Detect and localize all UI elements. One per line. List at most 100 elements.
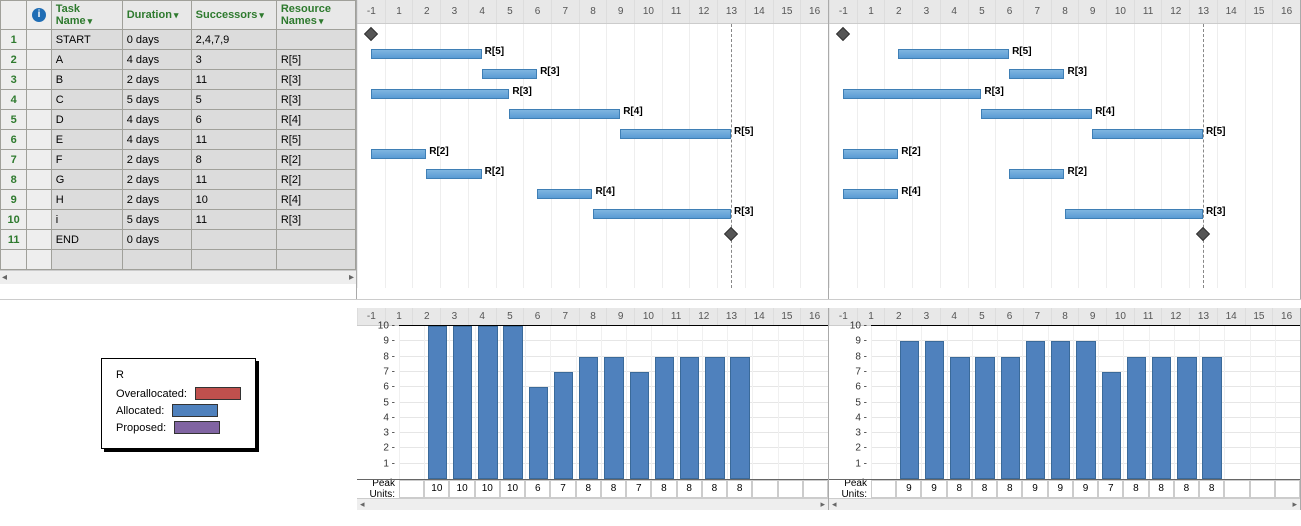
gantt-chart-left[interactable]: -112345678910111213141516R[5]R[3]R[3]R[4… [357,0,829,299]
histogram-bar[interactable] [554,372,573,479]
cell-successors[interactable]: 11 [191,70,276,90]
milestone[interactable] [724,227,738,241]
gantt-bar[interactable] [537,189,592,199]
histogram-bar[interactable] [529,387,548,479]
gantt-bar[interactable] [843,89,982,99]
info-column-header[interactable]: i [27,1,51,30]
table-h-scrollbar[interactable]: ◂▸ [0,270,356,284]
histogram-bar[interactable] [503,326,522,479]
histogram-bar[interactable] [604,357,623,479]
cell-successors[interactable]: 8 [191,150,276,170]
histogram-bar[interactable] [1051,341,1070,479]
gantt-chart-right[interactable]: -112345678910111213141516R[5]R[3]R[3]R[4… [829,0,1301,299]
cell-duration[interactable]: 2 days [122,170,191,190]
cell-resource[interactable]: R[5] [276,50,355,70]
gantt-bar[interactable] [371,89,510,99]
histogram-bar[interactable] [1076,341,1095,479]
cell-duration[interactable]: 0 days [122,30,191,50]
cell-task-name[interactable]: A [51,50,122,70]
histogram-bar[interactable] [1127,357,1146,479]
histogram-bar[interactable] [1001,357,1020,479]
table-row[interactable]: 8G2 days11R[2] [1,170,356,190]
table-row[interactable]: 2A4 days3R[5] [1,50,356,70]
cell-successors[interactable]: 11 [191,210,276,230]
histogram-bar[interactable] [1152,357,1171,479]
cell-duration[interactable]: 4 days [122,130,191,150]
gantt-bar[interactable] [371,149,426,159]
histogram-bar[interactable] [900,341,919,479]
histogram-h-scrollbar[interactable]: ◂▸ [829,498,1300,510]
histogram-bar[interactable] [655,357,674,479]
col-successors[interactable]: Successors▾ [191,1,276,30]
histogram-h-scrollbar[interactable]: ◂▸ [357,498,828,510]
histogram-chart[interactable]: 10 -9 -8 -7 -6 -5 -4 -3 -2 -1 - [829,326,1300,480]
histogram-bar[interactable] [478,326,497,479]
gantt-body[interactable]: R[5]R[3]R[3]R[4]R[5]R[2]R[2]R[4]R[3] [829,24,1300,288]
cell-resource[interactable]: R[2] [276,150,355,170]
cell-resource[interactable]: R[3] [276,210,355,230]
histogram-bar[interactable] [680,357,699,479]
gantt-bar[interactable] [509,109,620,119]
cell-task-name[interactable]: H [51,190,122,210]
milestone[interactable] [1196,227,1210,241]
cell-resource[interactable]: R[4] [276,110,355,130]
histogram-bar[interactable] [975,357,994,479]
cell-duration[interactable]: 5 days [122,90,191,110]
cell-duration[interactable]: 4 days [122,110,191,130]
table-row[interactable]: 6E4 days11R[5] [1,130,356,150]
col-resource-names[interactable]: Resource Names▾ [276,1,355,30]
table-row[interactable]: 4C5 days5R[3] [1,90,356,110]
gantt-bar[interactable] [843,149,898,159]
gantt-bar[interactable] [843,189,898,199]
cell-resource[interactable] [276,30,355,50]
cell-resource[interactable]: R[3] [276,90,355,110]
gantt-bar[interactable] [593,209,732,219]
histogram-bar[interactable] [1202,357,1221,479]
table-row[interactable]: 1START0 days2,4,7,9 [1,30,356,50]
cell-task-name[interactable]: START [51,30,122,50]
table-row[interactable]: 7F2 days8R[2] [1,150,356,170]
cell-task-name[interactable]: B [51,70,122,90]
histogram-bar[interactable] [705,357,724,479]
cell-successors[interactable]: 11 [191,130,276,150]
gantt-bar[interactable] [620,129,731,139]
cell-successors[interactable]: 2,4,7,9 [191,30,276,50]
cell-successors[interactable]: 10 [191,190,276,210]
gantt-bar[interactable] [898,49,1009,59]
gantt-bar[interactable] [482,69,537,79]
cell-resource[interactable] [276,230,355,250]
cell-duration[interactable]: 2 days [122,70,191,90]
gantt-bar[interactable] [1009,69,1064,79]
table-row[interactable]: 5D4 days6R[4] [1,110,356,130]
gantt-bar[interactable] [426,169,481,179]
cell-resource[interactable]: R[5] [276,130,355,150]
milestone[interactable] [364,27,378,41]
histogram-bar[interactable] [1026,341,1045,479]
histogram-bar[interactable] [428,326,447,479]
histogram-bar[interactable] [579,357,598,479]
gantt-body[interactable]: R[5]R[3]R[3]R[4]R[5]R[2]R[2]R[4]R[3] [357,24,828,288]
histogram-right[interactable]: -11234567891011121314151610 -9 -8 -7 -6 … [829,308,1301,510]
cell-resource[interactable]: R[4] [276,190,355,210]
cell-task-name[interactable]: F [51,150,122,170]
milestone[interactable] [836,27,850,41]
cell-duration[interactable]: 0 days [122,230,191,250]
cell-successors[interactable]: 5 [191,90,276,110]
cell-successors[interactable] [191,230,276,250]
cell-resource[interactable]: R[3] [276,70,355,90]
histogram-left[interactable]: -11234567891011121314151610 -9 -8 -7 -6 … [357,308,829,510]
gantt-bar[interactable] [981,109,1092,119]
cell-resource[interactable]: R[2] [276,170,355,190]
cell-duration[interactable]: 2 days [122,150,191,170]
cell-successors[interactable]: 3 [191,50,276,70]
histogram-bar[interactable] [630,372,649,479]
cell-successors[interactable]: 11 [191,170,276,190]
table-row[interactable]: 10i5 days11R[3] [1,210,356,230]
histogram-bar[interactable] [950,357,969,479]
cell-successors[interactable]: 6 [191,110,276,130]
histogram-bar[interactable] [730,357,749,479]
histogram-chart[interactable]: 10 -9 -8 -7 -6 -5 -4 -3 -2 -1 - [357,326,828,480]
cell-duration[interactable]: 5 days [122,210,191,230]
cell-task-name[interactable]: C [51,90,122,110]
histogram-bar[interactable] [925,341,944,479]
